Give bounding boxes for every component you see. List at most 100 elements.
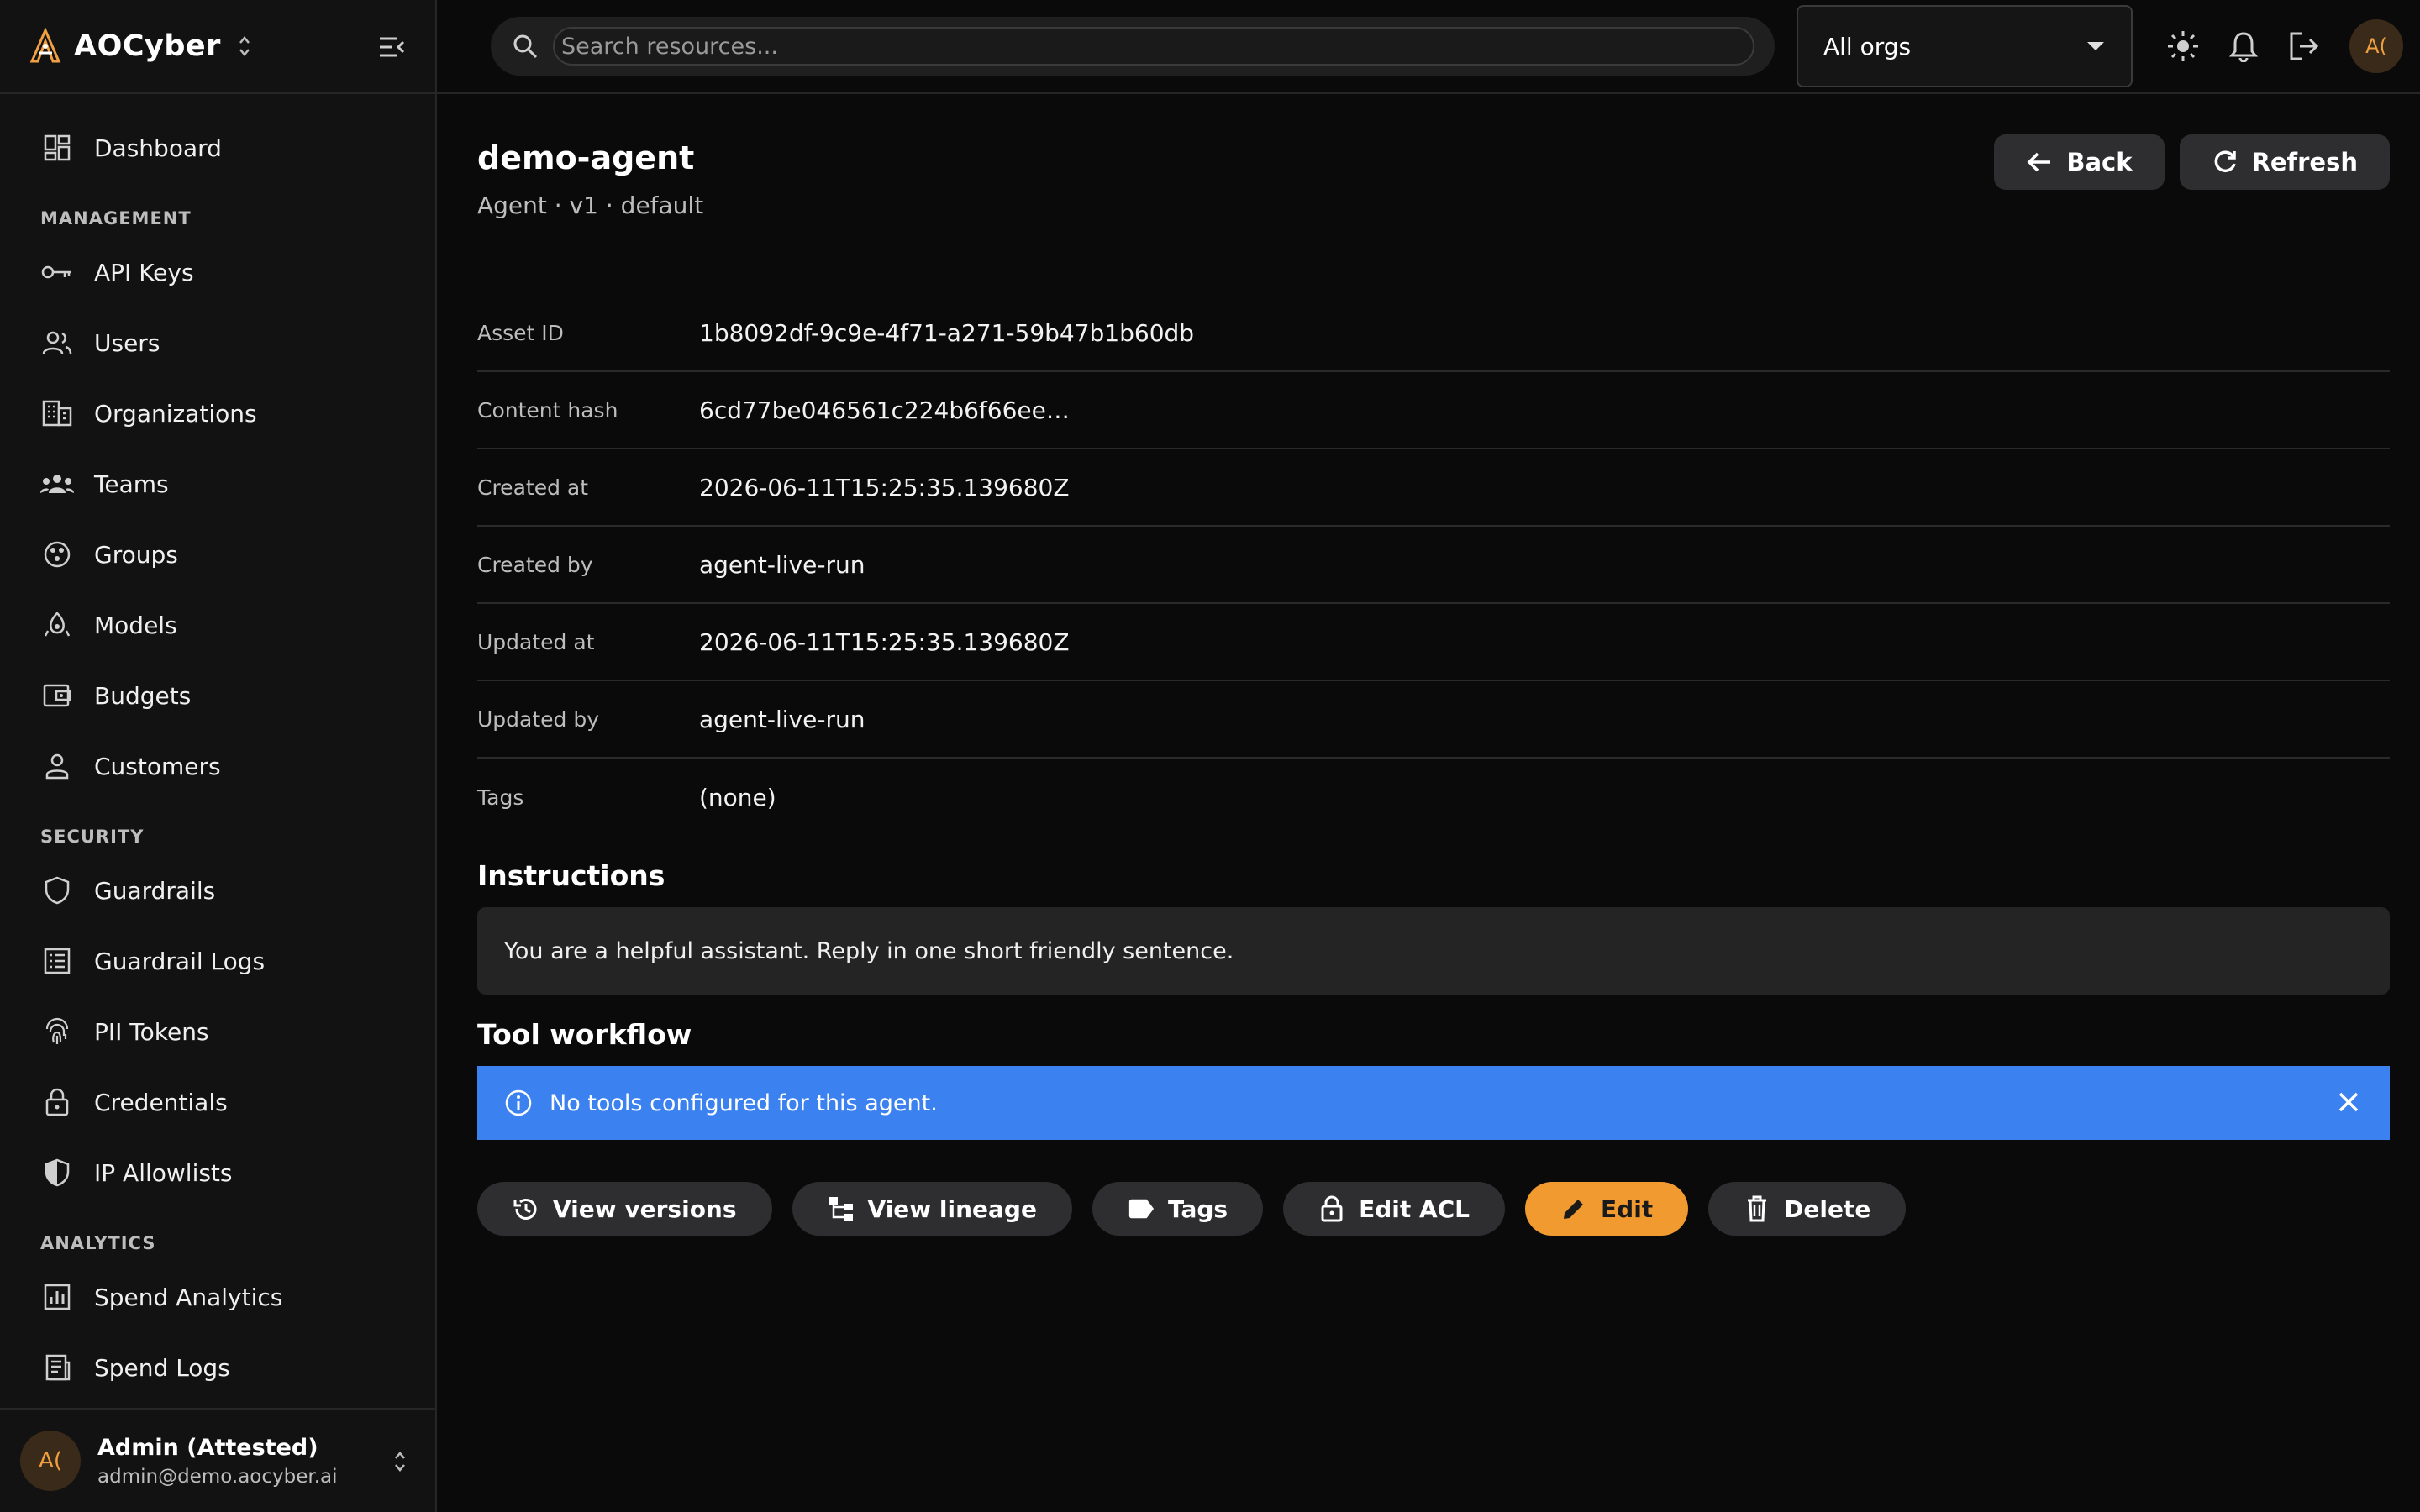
sidebar-item-dashboard[interactable]: Dashboard — [0, 113, 435, 183]
main-area: All orgs A( demo-agent Agent · v1 · defa… — [437, 0, 2420, 1512]
search-input[interactable] — [553, 27, 1754, 66]
sidebar-item-api-keys[interactable]: API Keys — [0, 237, 435, 307]
topbar: All orgs A( — [437, 0, 2420, 94]
fingerprint-icon — [40, 1015, 74, 1048]
sidebar-item-label: PII Tokens — [94, 1017, 209, 1046]
view-versions-button[interactable]: View versions — [477, 1182, 772, 1236]
tool-workflow-heading: Tool workflow — [477, 1018, 692, 1051]
sidebar-item-credentials[interactable]: Credentials — [0, 1067, 435, 1137]
property-row-tags: Tags (none) — [477, 759, 2390, 836]
delete-button[interactable]: Delete — [1708, 1182, 1907, 1236]
pencil-icon — [1560, 1195, 1587, 1222]
property-row-updated-by: Updated by agent-live-run — [477, 681, 2390, 759]
theme-toggle-sun-icon[interactable] — [2165, 28, 2202, 65]
edit-label: Edit — [1601, 1194, 1654, 1223]
nav-section-analytics: ANALYTICS — [40, 1233, 156, 1253]
sidebar-item-label: Users — [94, 328, 160, 357]
sidebar-item-budgets[interactable]: Budgets — [0, 660, 435, 731]
page-subtitle: Agent · v1 · default — [477, 192, 704, 219]
back-button[interactable]: Back — [1994, 134, 2165, 190]
app-root: AOCyber Dashboard MANAGEMENT API Keys Us… — [0, 0, 2420, 1512]
back-button-label: Back — [2066, 148, 2133, 176]
sidebar-item-ip-allowlists[interactable]: IP Allowlists — [0, 1137, 435, 1208]
sidebar-item-spend-analytics[interactable]: Spend Analytics — [0, 1262, 435, 1332]
property-value: 2026-06-11T15:25:35.139680Z — [699, 473, 1070, 501]
customer-icon — [40, 749, 74, 783]
user-name: Admin (Attested) — [97, 1434, 318, 1461]
sidebar-item-label: Dashboard — [94, 134, 222, 162]
list-icon — [40, 944, 74, 978]
sidebar-item-label: Spend Logs — [94, 1353, 230, 1382]
teams-icon — [40, 467, 74, 501]
property-row-content-hash: Content hash 6cd77be046561c224b6f66ee… — [477, 372, 2390, 449]
view-lineage-button[interactable]: View lineage — [792, 1182, 1072, 1236]
property-key: Updated at — [477, 629, 595, 654]
lineage-tree-icon — [828, 1195, 855, 1222]
history-icon — [513, 1195, 539, 1222]
alert-message: No tools configured for this agent. — [550, 1089, 938, 1116]
info-alert: No tools configured for this agent. — [477, 1066, 2390, 1140]
key-icon — [40, 255, 74, 289]
trash-icon — [1744, 1195, 1770, 1222]
nav-section-management: MANAGEMENT — [40, 208, 192, 228]
sidebar-item-guardrail-logs[interactable]: Guardrail Logs — [0, 926, 435, 996]
bar-chart-icon — [40, 1280, 74, 1314]
bell-icon[interactable] — [2225, 28, 2262, 65]
caret-down-icon — [2087, 42, 2104, 50]
property-key: Created at — [477, 475, 589, 500]
sidebar-item-pii-tokens[interactable]: PII Tokens — [0, 996, 435, 1067]
sidebar-item-label: Customers — [94, 752, 221, 780]
collapse-sidebar-icon[interactable] — [376, 32, 407, 62]
nav-section-security: SECURITY — [40, 827, 145, 847]
sidebar-item-organizations[interactable]: Organizations — [0, 378, 435, 449]
property-value: agent-live-run — [699, 705, 865, 733]
org-select-value: All orgs — [1823, 32, 1912, 60]
org-switch-chevrons-icon[interactable] — [238, 34, 251, 58]
user-avatar: A( — [20, 1431, 81, 1491]
org-select[interactable]: All orgs — [1797, 5, 2133, 87]
sidebar-item-label: Guardrail Logs — [94, 947, 266, 975]
topbar-actions: A( — [2153, 19, 2403, 73]
sidebar-item-spend-logs[interactable]: Spend Logs — [0, 1332, 435, 1403]
sidebar-item-users[interactable]: Users — [0, 307, 435, 378]
topbar-avatar[interactable]: A( — [2349, 19, 2403, 73]
models-icon — [40, 608, 74, 642]
dashboard-icon — [40, 131, 74, 165]
edit-button[interactable]: Edit — [1525, 1182, 1689, 1236]
search-bar[interactable] — [491, 17, 1775, 76]
tags-button[interactable]: Tags — [1092, 1182, 1264, 1236]
shield-icon — [40, 874, 74, 907]
property-value: 1b8092df-9c9e-4f71-a271-59b47b1b60db — [699, 318, 1195, 347]
refresh-button[interactable]: Refresh — [2179, 134, 2390, 190]
shield-half-icon — [40, 1156, 74, 1189]
property-row-created-by: Created by agent-live-run — [477, 527, 2390, 604]
sidebar-user-menu[interactable]: A( Admin (Attested) admin@demo.aocyber.a… — [0, 1408, 435, 1512]
sidebar-item-label: Organizations — [94, 399, 257, 428]
lock-icon — [40, 1085, 74, 1119]
sidebar-item-models[interactable]: Models — [0, 590, 435, 660]
sidebar-item-label: Models — [94, 611, 177, 639]
sidebar-item-guardrails[interactable]: Guardrails — [0, 855, 435, 926]
logout-icon[interactable] — [2286, 28, 2323, 65]
property-value: agent-live-run — [699, 550, 865, 579]
sidebar-item-label: Budgets — [94, 681, 192, 710]
close-icon[interactable] — [2334, 1088, 2363, 1116]
property-key: Created by — [477, 552, 593, 577]
property-key: Asset ID — [477, 320, 564, 345]
properties-table: Asset ID 1b8092df-9c9e-4f71-a271-59b47b1… — [477, 295, 2390, 836]
aocyber-logo-icon — [29, 28, 61, 63]
view-versions-label: View versions — [553, 1194, 737, 1223]
tags-label: Tags — [1167, 1194, 1228, 1223]
sidebar-item-groups[interactable]: Groups — [0, 519, 435, 590]
sidebar-item-label: Teams — [94, 470, 169, 498]
info-icon — [505, 1089, 532, 1116]
sidebar-item-customers[interactable]: Customers — [0, 731, 435, 801]
user-info: Admin (Attested) admin@demo.aocyber.ai — [97, 1435, 338, 1488]
user-menu-chevrons-icon[interactable] — [393, 1450, 407, 1473]
property-value: 2026-06-11T15:25:35.139680Z — [699, 627, 1070, 656]
edit-acl-button[interactable]: Edit ACL — [1283, 1182, 1506, 1236]
sidebar-item-teams[interactable]: Teams — [0, 449, 435, 519]
edit-acl-label: Edit ACL — [1359, 1194, 1470, 1223]
sidebar-item-label: IP Allowlists — [94, 1158, 233, 1187]
search-icon — [513, 34, 538, 59]
